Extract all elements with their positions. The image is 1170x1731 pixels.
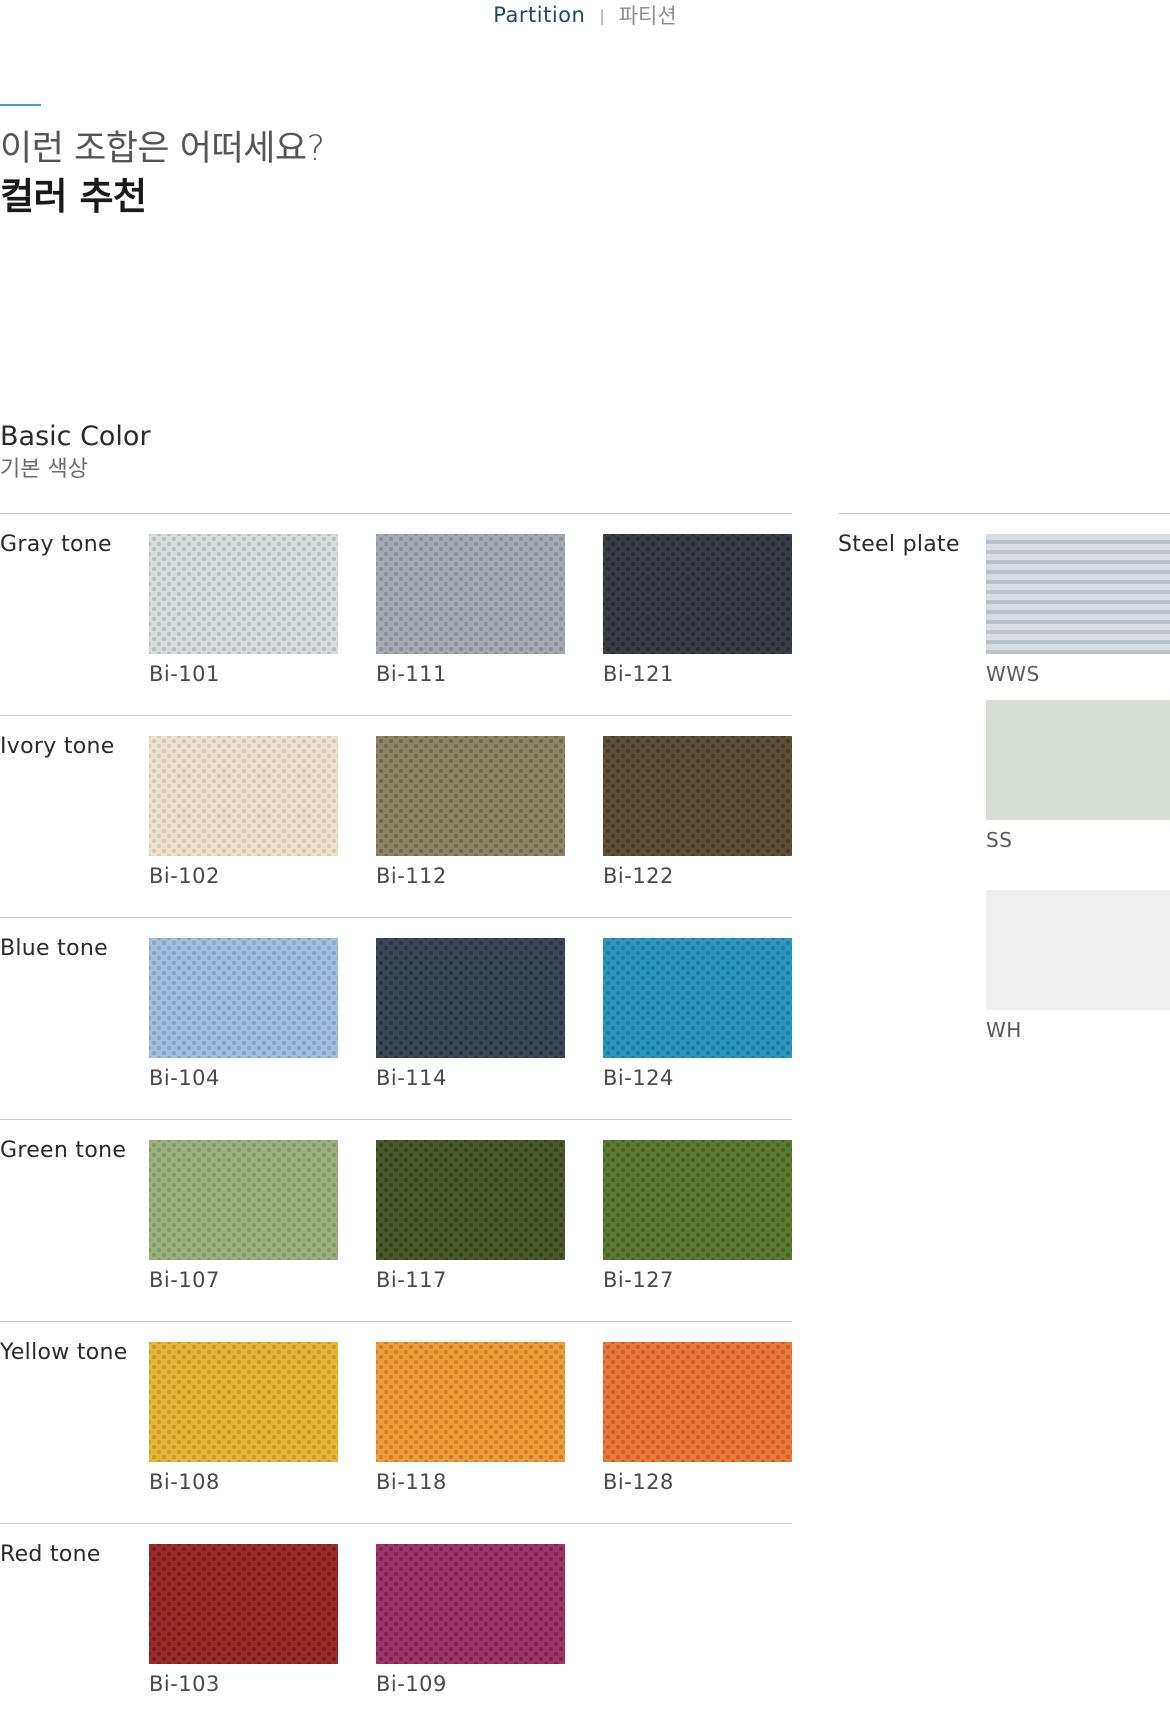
fabric-swatch[interactable] xyxy=(149,534,338,654)
page-title-ko: 파티션 xyxy=(618,4,677,28)
tone-label: Red tone xyxy=(0,1542,101,1567)
steel-swatch-item[interactable]: SS xyxy=(986,700,1170,852)
fabric-swatch[interactable] xyxy=(376,1342,565,1462)
fabric-swatch[interactable] xyxy=(603,1342,792,1462)
swatch-code: Bi-109 xyxy=(376,1672,447,1696)
swatch-item[interactable]: Bi-101 xyxy=(149,534,338,686)
section-title-ko: 기본 색상 xyxy=(0,457,88,482)
swatch-code: Bi-121 xyxy=(603,662,674,686)
fabric-swatch[interactable] xyxy=(149,938,338,1058)
swatch-code: Bi-102 xyxy=(149,864,220,888)
color-tone-row: Blue tone Bi-104 Bi-114 Bi-124 xyxy=(0,917,792,1120)
fabric-swatch[interactable] xyxy=(149,1544,338,1664)
fabric-swatch[interactable] xyxy=(603,1140,792,1260)
color-tone-row: Red tone Bi-103 Bi-109 xyxy=(0,1523,792,1726)
swatch-code: Bi-107 xyxy=(149,1268,220,1292)
swatch-code: Bi-124 xyxy=(603,1066,674,1090)
swatch-item[interactable]: Bi-109 xyxy=(376,1544,565,1696)
swatch-code: Bi-111 xyxy=(376,662,447,686)
tone-label: Yellow tone xyxy=(0,1340,128,1365)
swatch-code: Bi-104 xyxy=(149,1066,220,1090)
color-tone-row: Green tone Bi-107 Bi-117 Bi-127 xyxy=(0,1119,792,1322)
swatch-item[interactable]: Bi-104 xyxy=(149,938,338,1090)
swatch-item[interactable]: Bi-121 xyxy=(603,534,792,686)
section-title-en: Basic Color xyxy=(0,421,151,452)
headline-title: 컬러 추천 xyxy=(0,175,147,218)
swatch-code: Bi-117 xyxy=(376,1268,447,1292)
section-title: Basic Color 기본 색상 xyxy=(0,420,151,486)
swatch-code: Bi-114 xyxy=(376,1066,447,1090)
headline-question: 이런 조합은 어떠세요? xyxy=(0,129,325,169)
steel-swatch[interactable] xyxy=(986,700,1170,820)
fabric-swatch[interactable] xyxy=(376,534,565,654)
swatch-code: Bi-101 xyxy=(149,662,220,686)
swatch-code: Bi-118 xyxy=(376,1470,447,1494)
swatch-item[interactable]: Bi-122 xyxy=(603,736,792,888)
accent-divider xyxy=(0,104,41,106)
steel-swatch-code: SS xyxy=(986,828,1013,852)
swatch-item[interactable]: Bi-117 xyxy=(376,1140,565,1292)
top-breadcrumb: Partition | 파티션 xyxy=(0,0,1170,30)
tone-label: Gray tone xyxy=(0,532,112,557)
fabric-swatch[interactable] xyxy=(376,938,565,1058)
fabric-swatch[interactable] xyxy=(603,534,792,654)
steel-swatch-code: WH xyxy=(986,1018,1022,1042)
steel-swatch[interactable] xyxy=(986,534,1170,654)
title-separator: | xyxy=(599,5,605,25)
tone-label: Blue tone xyxy=(0,936,108,961)
swatch-item[interactable]: Bi-127 xyxy=(603,1140,792,1292)
fabric-swatch[interactable] xyxy=(149,1342,338,1462)
swatch-item[interactable]: Bi-107 xyxy=(149,1140,338,1292)
swatch-item[interactable]: Bi-114 xyxy=(376,938,565,1090)
steel-swatch-item[interactable]: WWS xyxy=(986,534,1170,686)
steel-swatch-code: WWS xyxy=(986,662,1040,686)
fabric-swatch[interactable] xyxy=(149,1140,338,1260)
fabric-swatch[interactable] xyxy=(376,1544,565,1664)
color-tone-row: Ivory tone Bi-102 Bi-112 Bi-122 xyxy=(0,715,792,918)
fabric-swatch[interactable] xyxy=(376,1140,565,1260)
page-title-en: Partition xyxy=(493,3,586,27)
swatch-item[interactable]: Bi-103 xyxy=(149,1544,338,1696)
tone-label: Green tone xyxy=(0,1138,127,1163)
headline: 이런 조합은 어떠세요? 컬러 추천 xyxy=(0,126,325,222)
steel-swatch[interactable] xyxy=(986,890,1170,1010)
fabric-swatch[interactable] xyxy=(149,736,338,856)
fabric-swatch[interactable] xyxy=(603,938,792,1058)
swatch-code: Bi-127 xyxy=(603,1268,674,1292)
fabric-swatch[interactable] xyxy=(376,736,565,856)
swatch-item[interactable]: Bi-128 xyxy=(603,1342,792,1494)
steel-plate-section: Steel plate WWS SS WH xyxy=(838,513,1170,1614)
swatch-item[interactable]: Bi-118 xyxy=(376,1342,565,1494)
swatch-item[interactable]: Bi-111 xyxy=(376,534,565,686)
steel-plate-label: Steel plate xyxy=(838,532,960,557)
color-tone-row: Gray tone Bi-101 Bi-111 Bi-121 xyxy=(0,513,792,716)
swatch-code: Bi-122 xyxy=(603,864,674,888)
swatch-item[interactable]: Bi-102 xyxy=(149,736,338,888)
swatch-item[interactable]: Bi-112 xyxy=(376,736,565,888)
fabric-swatch[interactable] xyxy=(603,736,792,856)
swatch-code: Bi-112 xyxy=(376,864,447,888)
swatch-item[interactable]: Bi-124 xyxy=(603,938,792,1090)
steel-swatch-item[interactable]: WH xyxy=(986,890,1170,1042)
swatch-item[interactable]: Bi-108 xyxy=(149,1342,338,1494)
swatch-code: Bi-128 xyxy=(603,1470,674,1494)
swatch-code: Bi-103 xyxy=(149,1672,220,1696)
tone-label: Ivory tone xyxy=(0,734,115,759)
color-tone-row: Yellow tone Bi-108 Bi-118 Bi-128 xyxy=(0,1321,792,1524)
swatch-code: Bi-108 xyxy=(149,1470,220,1494)
